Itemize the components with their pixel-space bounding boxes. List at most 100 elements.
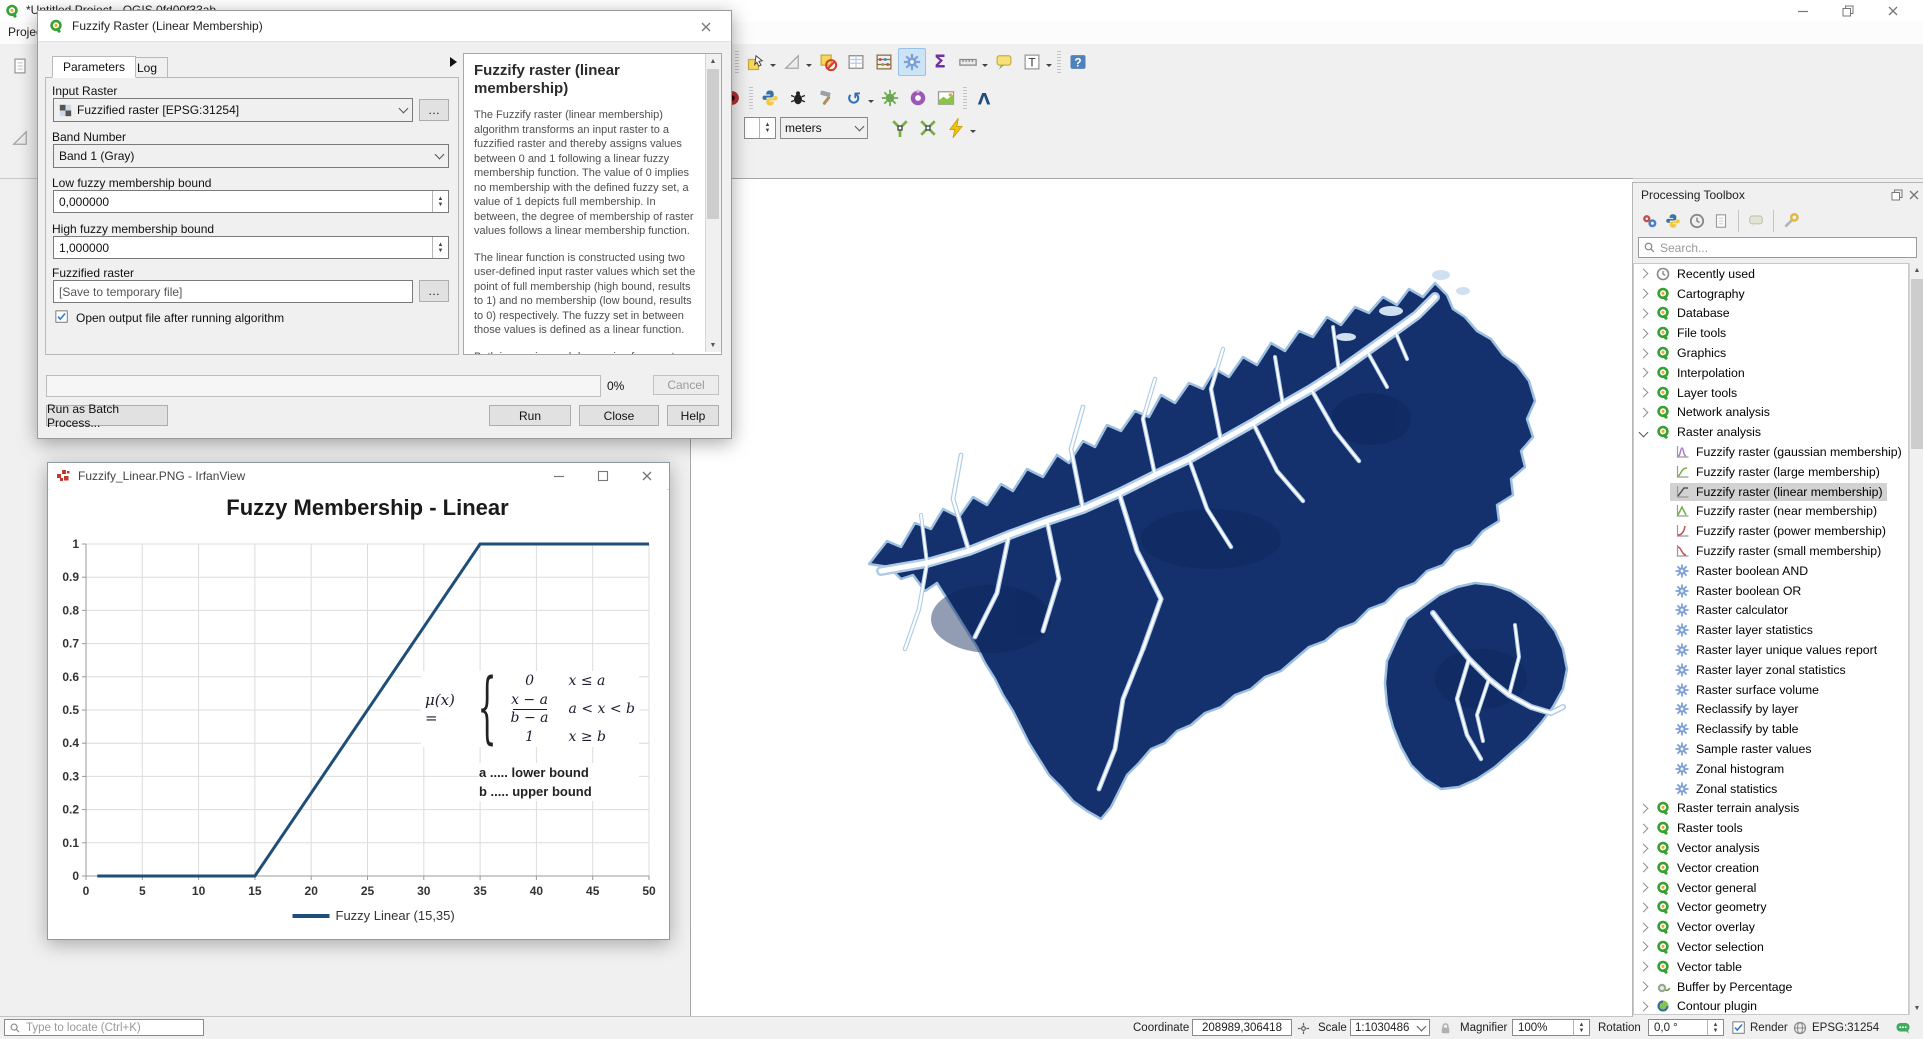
toolbox-search[interactable]: Search... bbox=[1638, 237, 1917, 258]
open-output-checkbox[interactable] bbox=[55, 310, 69, 324]
toolbox-tree-item[interactable]: Fuzzify raster (gaussian membership) bbox=[1634, 442, 1908, 462]
toolbox-tree-item[interactable]: Reclassify by table bbox=[1634, 719, 1908, 739]
toolbox-tree-item[interactable]: Recently used bbox=[1634, 264, 1908, 284]
expander-icon[interactable] bbox=[1639, 902, 1649, 912]
toolbar-handle[interactable] bbox=[735, 51, 739, 73]
toolbox-tree-item[interactable]: Layer tools bbox=[1634, 383, 1908, 403]
dropdown-caret[interactable] bbox=[982, 64, 988, 70]
scripts-icon[interactable] bbox=[1664, 212, 1682, 230]
epsg-label[interactable]: EPSG:31254 bbox=[1812, 1022, 1879, 1034]
dropdown-caret[interactable] bbox=[970, 130, 976, 136]
tracing-button[interactable] bbox=[942, 114, 970, 142]
toolbox-tree-item[interactable]: Fuzzify raster (linear membership) bbox=[1634, 482, 1908, 502]
edit-layer-button[interactable] bbox=[8, 522, 32, 546]
iv-maximize-button[interactable] bbox=[586, 465, 620, 487]
new-layer-button[interactable] bbox=[8, 420, 32, 444]
field-calculator-button[interactable] bbox=[870, 48, 898, 76]
coordinate-input[interactable]: 208989,306418 bbox=[1192, 1019, 1292, 1036]
expander-icon[interactable] bbox=[1639, 942, 1649, 952]
measure-button[interactable] bbox=[954, 48, 982, 76]
toolbox-tree-item[interactable]: Database bbox=[1634, 304, 1908, 324]
float-panel-icon[interactable] bbox=[1889, 187, 1905, 203]
expander-icon[interactable] bbox=[1639, 309, 1649, 319]
run-button[interactable]: Run bbox=[489, 405, 571, 426]
expander-icon[interactable] bbox=[1639, 427, 1649, 437]
options-icon[interactable] bbox=[1782, 212, 1800, 230]
toolbox-tree-item[interactable]: Raster layer zonal statistics bbox=[1634, 660, 1908, 680]
toolbar-handle[interactable] bbox=[963, 87, 967, 109]
dropdown-caret[interactable] bbox=[806, 64, 812, 70]
new-shapefile-button[interactable] bbox=[8, 488, 32, 512]
toolbox-tree-item[interactable]: Vector general bbox=[1634, 878, 1908, 898]
batch-process-button[interactable]: Run as Batch Process... bbox=[46, 405, 168, 426]
units-select[interactable]: meters bbox=[780, 117, 868, 139]
edit-features-icon[interactable] bbox=[1747, 212, 1765, 230]
new-3d-layer-button[interactable] bbox=[8, 454, 32, 478]
help-button[interactable]: ? bbox=[1064, 48, 1092, 76]
new-geopackage-button[interactable] bbox=[8, 590, 32, 614]
expander-icon[interactable] bbox=[1639, 1001, 1649, 1011]
toolbox-tree-item[interactable]: Cartography bbox=[1634, 284, 1908, 304]
input-raster-browse-button[interactable]: … bbox=[419, 99, 449, 121]
map-tips-button[interactable] bbox=[990, 48, 1018, 76]
iv-minimize-button[interactable] bbox=[542, 465, 576, 487]
expander-icon[interactable] bbox=[1639, 863, 1649, 873]
locator-input[interactable]: Type to locate (Ctrl+K) bbox=[4, 1019, 204, 1036]
lock-scale-icon[interactable] bbox=[1438, 1021, 1453, 1036]
toolbox-tree-item[interactable]: Raster tools bbox=[1634, 818, 1908, 838]
toolbox-tree-item[interactable]: Raster layer statistics bbox=[1634, 620, 1908, 640]
help-collapse-arrow[interactable] bbox=[450, 57, 462, 67]
digitize-button[interactable] bbox=[8, 90, 32, 114]
toolbox-tree-item[interactable]: Contour plugin bbox=[1634, 996, 1908, 1015]
toolbox-tree-item[interactable]: Raster surface volume bbox=[1634, 680, 1908, 700]
dropdown-caret[interactable] bbox=[1046, 64, 1052, 70]
expander-icon[interactable] bbox=[1639, 843, 1649, 853]
toolbox-tree-item[interactable]: Sample raster values bbox=[1634, 739, 1908, 759]
debug-button[interactable] bbox=[784, 84, 812, 112]
toolbox-tree-item[interactable]: Graphics bbox=[1634, 343, 1908, 363]
toolbox-tree-item[interactable]: Network analysis bbox=[1634, 403, 1908, 423]
expander-icon[interactable] bbox=[1639, 368, 1649, 378]
toolbox-tree-item[interactable]: Fuzzify raster (large membership) bbox=[1634, 462, 1908, 482]
close-panel-icon[interactable] bbox=[1906, 187, 1922, 203]
build-tools-button[interactable] bbox=[812, 84, 840, 112]
toolbox-tree-item[interactable]: Vector selection bbox=[1634, 937, 1908, 957]
toolbox-tree-item[interactable]: Zonal histogram bbox=[1634, 759, 1908, 779]
toolbox-tree-item[interactable]: Reclassify by layer bbox=[1634, 700, 1908, 720]
toolbox-tree-item[interactable]: Raster terrain analysis bbox=[1634, 799, 1908, 819]
tree-scrollbar[interactable]: ▲ ▼ bbox=[1909, 263, 1923, 1015]
expander-icon[interactable] bbox=[1639, 388, 1649, 398]
georeferencer-button[interactable] bbox=[932, 84, 960, 112]
invert-selection-button[interactable] bbox=[814, 48, 842, 76]
toolbox-tree-item[interactable]: Vector table bbox=[1634, 957, 1908, 977]
expander-icon[interactable] bbox=[1639, 408, 1649, 418]
toolbox-tree-item[interactable]: Raster analysis bbox=[1634, 422, 1908, 442]
scale-select[interactable]: 1:1030486 bbox=[1350, 1019, 1430, 1036]
plugin-manager-button[interactable] bbox=[904, 84, 932, 112]
tab-parameters[interactable]: Parameters bbox=[52, 56, 136, 78]
processing-toolbox-button[interactable] bbox=[898, 48, 926, 76]
toolbox-tree-item[interactable]: Fuzzify raster (near membership) bbox=[1634, 502, 1908, 522]
messages-icon[interactable] bbox=[1895, 1020, 1911, 1036]
minimize-button[interactable] bbox=[1781, 0, 1825, 22]
topology-tool-button[interactable] bbox=[914, 114, 942, 142]
toolbox-tree-item[interactable]: Interpolation bbox=[1634, 363, 1908, 383]
expander-icon[interactable] bbox=[1639, 348, 1649, 358]
dropdown-caret[interactable] bbox=[868, 100, 874, 106]
new-mesh-button[interactable] bbox=[8, 556, 32, 580]
expander-icon[interactable] bbox=[1639, 289, 1649, 299]
cancel-button[interactable]: Cancel bbox=[653, 375, 719, 395]
input-raster-select[interactable]: Fuzzified raster [EPSG:31254] bbox=[53, 98, 413, 122]
expander-icon[interactable] bbox=[1639, 883, 1649, 893]
statistics-button[interactable]: Σ bbox=[926, 48, 954, 76]
toolbox-tree-item[interactable]: Vector analysis bbox=[1634, 838, 1908, 858]
undo-button[interactable]: ↺ bbox=[840, 84, 868, 112]
toolbox-tree-item[interactable]: Vector overlay bbox=[1634, 917, 1908, 937]
edit-node-button[interactable] bbox=[8, 126, 32, 150]
text-annotation-button[interactable]: T bbox=[1018, 48, 1046, 76]
iv-close-button[interactable] bbox=[630, 465, 664, 487]
toolbar-handle[interactable] bbox=[749, 87, 753, 109]
close-button[interactable] bbox=[1871, 0, 1915, 22]
tolerance-spinner[interactable]: ▲▼ bbox=[744, 117, 776, 139]
toolbox-tree-item[interactable]: Vector creation bbox=[1634, 858, 1908, 878]
